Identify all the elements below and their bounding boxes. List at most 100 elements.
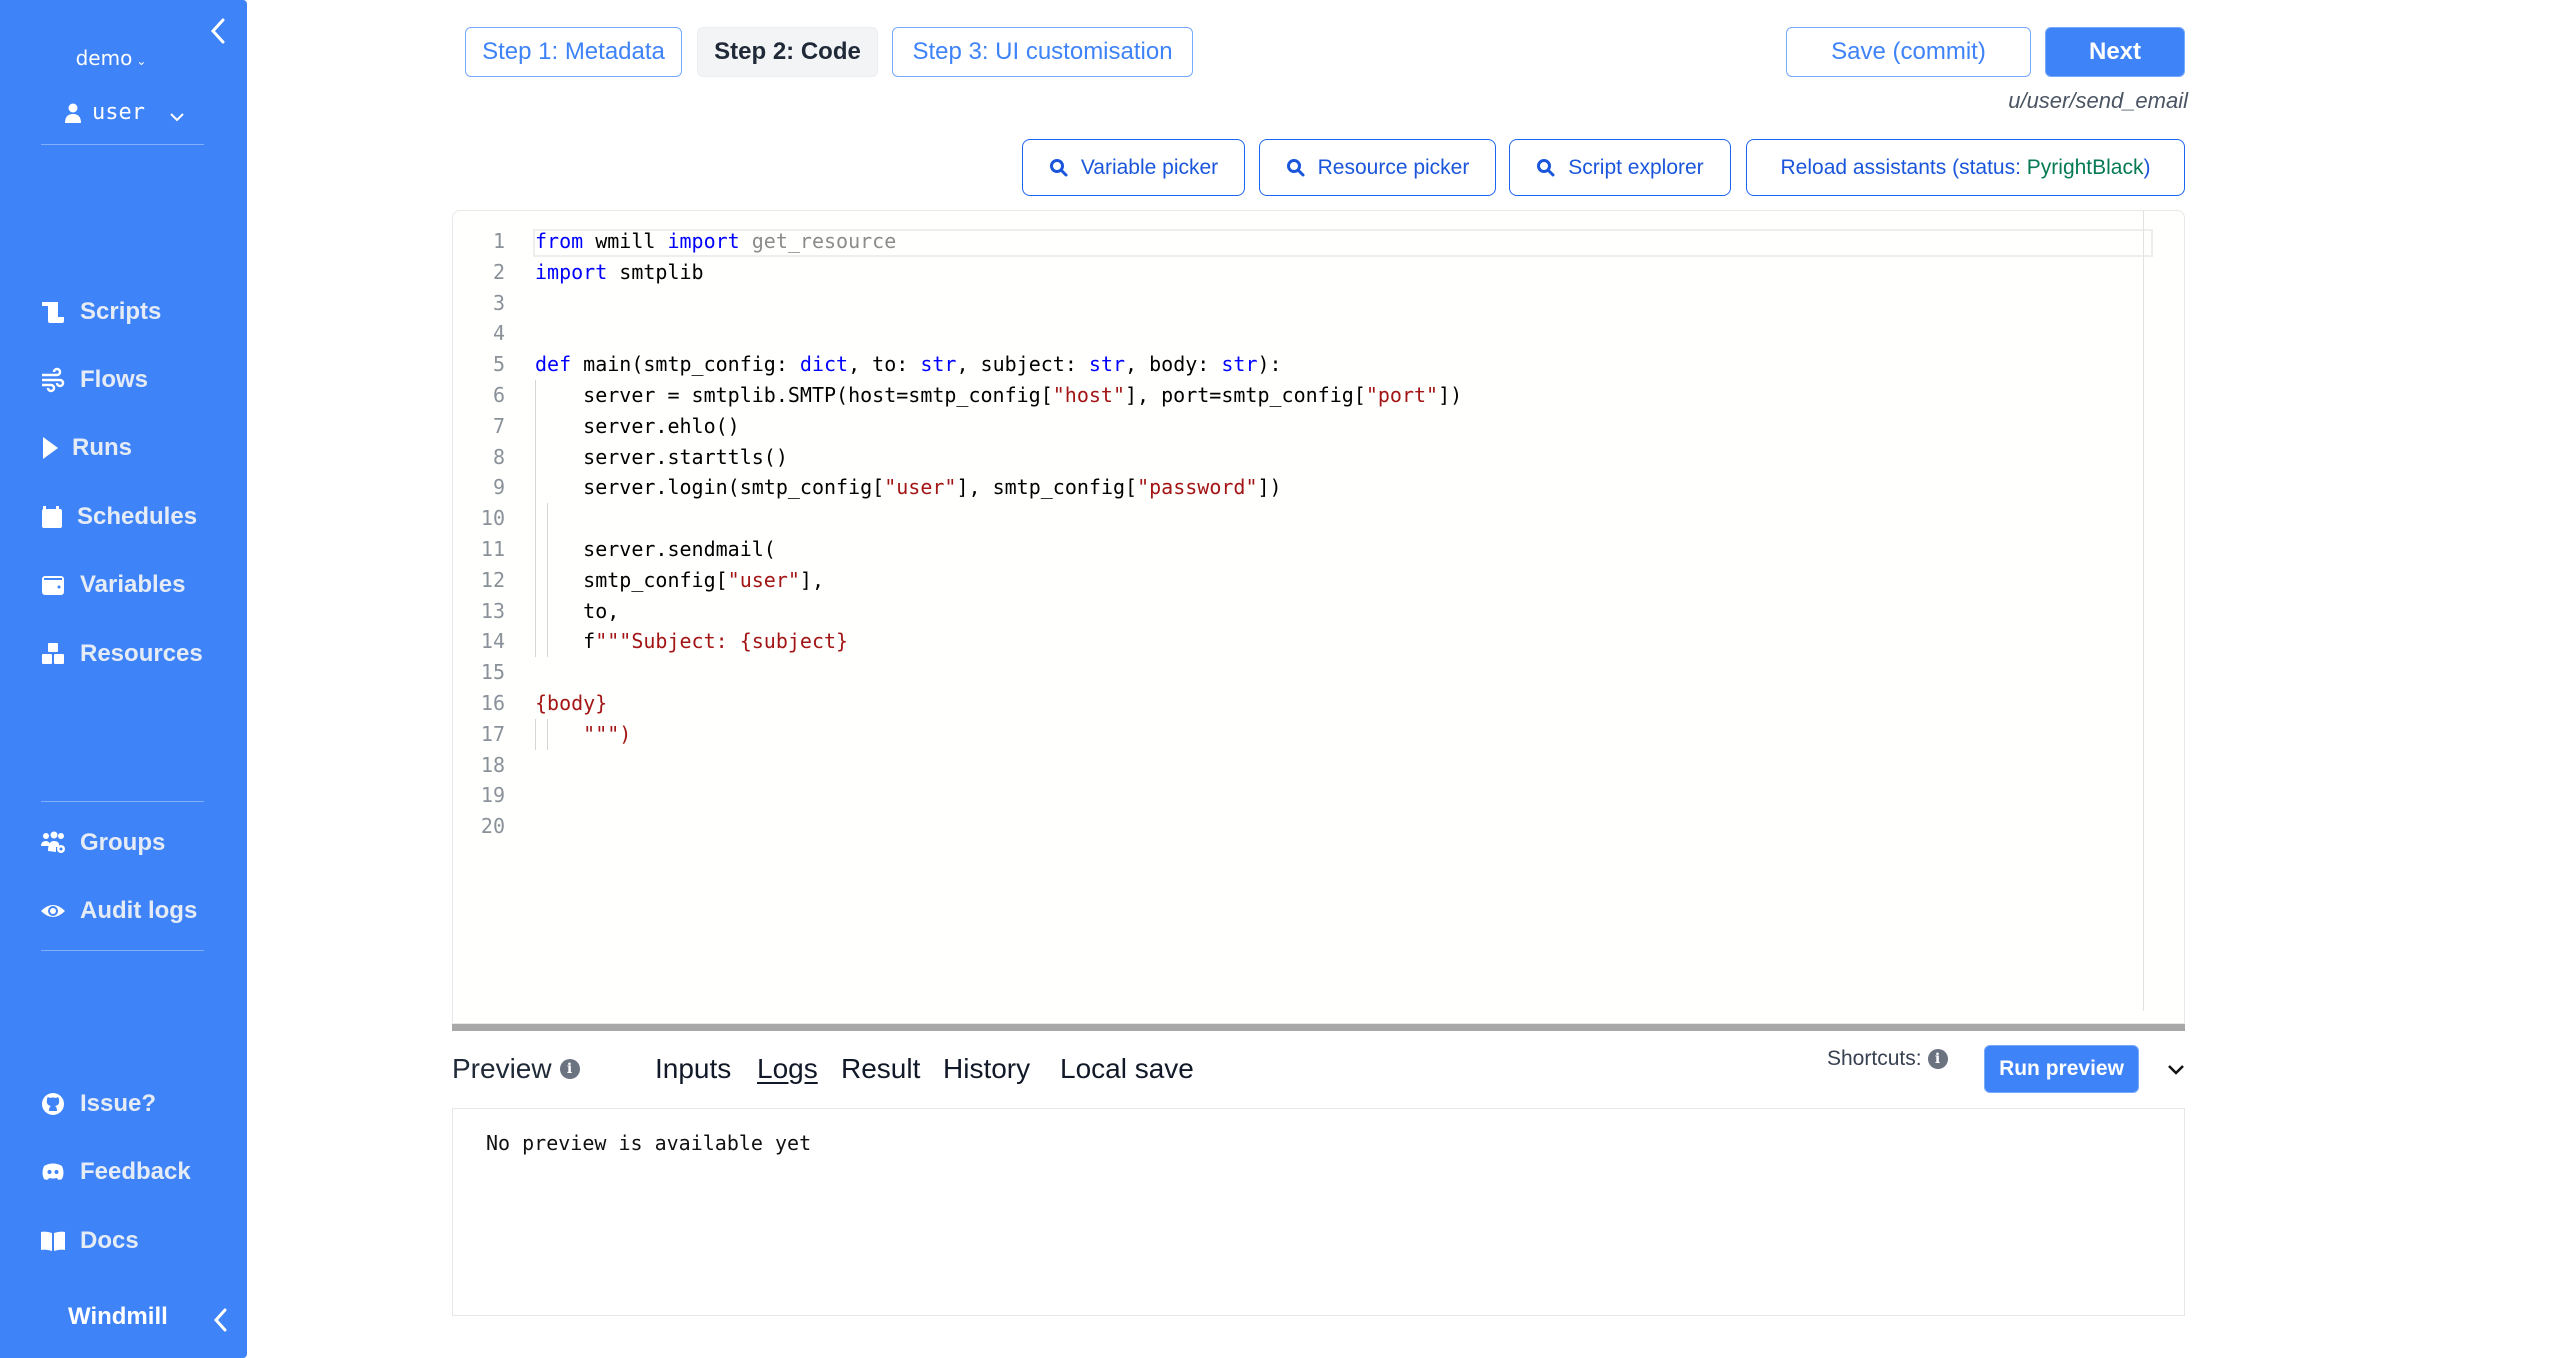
script-explorer-button[interactable]: Script explorer — [1509, 139, 1731, 196]
indent-guide — [547, 718, 548, 750]
sidebar-item-docs[interactable]: Docs — [40, 1227, 139, 1255]
info-icon[interactable]: i — [559, 1059, 580, 1079]
sidebar-item-label: Groups — [80, 829, 166, 856]
search-icon — [1049, 158, 1068, 176]
sidebar-item-label: Docs — [80, 1227, 139, 1254]
sidebar-item-issue[interactable]: Issue? — [40, 1090, 156, 1118]
wallet-icon — [42, 576, 64, 595]
sidebar: demo ⌄ user Scripts Flows Runs Schedules … — [0, 0, 247, 1358]
next-button[interactable]: Next — [2045, 27, 2185, 77]
sidebar-item-label: Variables — [80, 571, 186, 598]
shortcuts-info: Shortcuts: i — [1827, 1047, 1948, 1071]
code-text: server.starttls() — [535, 444, 788, 469]
sidebar-item-feedback[interactable]: Feedback — [40, 1158, 191, 1186]
collapse-sidebar-icon[interactable] — [206, 16, 230, 46]
code-line[interactable]: 11 server.sendmail( — [453, 534, 2133, 565]
code-line[interactable]: 3 — [453, 288, 2133, 319]
indent-guide — [535, 718, 536, 750]
discord-icon — [42, 1163, 64, 1180]
line-number: 12 — [480, 567, 505, 592]
sidebar-item-variables[interactable]: Variables — [40, 571, 185, 599]
code-line[interactable]: 5 def main(smtp_config: dict, to: str, su… — [453, 349, 2133, 380]
sidebar-item-resources[interactable]: Resources — [40, 640, 203, 668]
code-line[interactable]: 19 — [453, 780, 2133, 811]
sidebar-divider — [41, 950, 204, 951]
line-number: 9 — [492, 475, 505, 500]
code-line[interactable]: 12 smtp_config["user"], — [453, 565, 2133, 596]
reload-assistants-button[interactable]: Reload assistants (status: PyrightBlack) — [1746, 139, 2185, 196]
eye-icon — [41, 905, 65, 917]
code-editor[interactable]: 1 from wmill import get_resource 2 import s… — [452, 210, 2185, 1024]
tab-step-3-ui-customisation[interactable]: Step 3: UI customisation — [892, 27, 1193, 77]
code-line[interactable]: 13 to, — [453, 596, 2133, 627]
line-number: 2 — [492, 259, 505, 284]
indent-guide — [535, 380, 536, 658]
tab-inputs[interactable]: Inputs — [655, 1053, 731, 1085]
code-line[interactable]: 1 from wmill import get_resource — [453, 226, 2133, 257]
tab-step-2-code[interactable]: Step 2: Code — [697, 27, 878, 77]
code-line[interactable]: 8 server.starttls() — [453, 442, 2133, 473]
line-number: 13 — [480, 598, 505, 623]
code-line[interactable]: 20 — [453, 811, 2133, 842]
users-cog-icon — [41, 831, 65, 853]
code-line[interactable]: 7 server.ehlo() — [453, 411, 2133, 442]
sidebar-item-label: Resources — [80, 640, 203, 667]
tab-local-save[interactable]: Local save — [1060, 1053, 1194, 1085]
shortcuts-label: Shortcuts: — [1827, 1047, 1922, 1070]
sidebar-item-groups[interactable]: Groups — [40, 829, 165, 857]
workspace-name: demo — [75, 46, 133, 70]
code-line[interactable]: 15 — [453, 657, 2133, 688]
tab-result[interactable]: Result — [841, 1053, 920, 1085]
line-number: 10 — [480, 506, 505, 531]
sidebar-item-flows[interactable]: Flows — [40, 366, 148, 394]
tab-step-1-metadata[interactable]: Step 1: Metadata — [465, 27, 682, 77]
code-line[interactable]: 6 server = smtplib.SMTP(host=smtp_config… — [453, 380, 2133, 411]
sidebar-item-label: Scripts — [80, 298, 162, 325]
line-number: 20 — [480, 814, 505, 839]
editor-preview-split-handle[interactable] — [452, 1024, 2185, 1031]
sidebar-item-label: Runs — [72, 434, 132, 461]
sidebar-item-audit-logs[interactable]: Audit logs — [40, 897, 197, 925]
resource-picker-button[interactable]: Resource picker — [1259, 139, 1496, 196]
code-text: smtp_config["user"], — [535, 567, 824, 592]
line-number: 4 — [492, 321, 505, 346]
scroll-icon — [42, 302, 64, 323]
sidebar-item-schedules[interactable]: Schedules — [40, 503, 197, 531]
code-line[interactable]: 17 """) — [453, 719, 2133, 750]
line-number: 5 — [492, 352, 505, 377]
wind-icon — [42, 367, 65, 393]
sidebar-item-label: Issue? — [80, 1090, 157, 1117]
code-line[interactable]: 18 — [453, 750, 2133, 781]
assistant-status: PyrightBlack — [2026, 155, 2144, 179]
chevron-down-icon: ⌄ — [136, 54, 147, 68]
run-preview-button[interactable]: Run preview — [1984, 1045, 2139, 1093]
code-line[interactable]: 9 server.login(smtp_config["user"], smtp… — [453, 472, 2133, 503]
info-icon[interactable]: i — [1927, 1049, 1948, 1069]
sidebar-item-scripts[interactable]: Scripts — [40, 298, 161, 326]
play-icon — [43, 437, 58, 459]
tab-logs[interactable]: Logs — [757, 1053, 818, 1085]
save-commit-button[interactable]: Save (commit) — [1786, 27, 2031, 77]
code-line[interactable]: 2 import smtplib — [453, 257, 2133, 288]
code-line[interactable]: 4 — [453, 318, 2133, 349]
button-label: Reload assistants (status: — [1780, 155, 2027, 179]
line-number: 6 — [492, 383, 505, 407]
user-icon — [65, 103, 81, 123]
sidebar-item-label: Flows — [80, 366, 149, 393]
line-number: 7 — [492, 413, 505, 438]
collapse-sidebar-icon[interactable] — [210, 1305, 230, 1335]
code-line[interactable]: 10 — [453, 503, 2133, 534]
preview-output-panel: No preview is available yet — [452, 1108, 2185, 1316]
variable-picker-button[interactable]: Variable picker — [1022, 139, 1245, 196]
preview-title-text: Preview — [452, 1053, 552, 1084]
chevron-down-icon[interactable] — [2164, 1058, 2188, 1082]
sidebar-item-runs[interactable]: Runs — [40, 434, 132, 462]
code-text: import smtplib — [535, 259, 704, 284]
tab-history[interactable]: History — [943, 1053, 1030, 1085]
line-number: 8 — [492, 444, 505, 469]
editor-scrollbar[interactable] — [2143, 211, 2144, 1011]
user-menu[interactable]: user — [64, 100, 185, 125]
code-line[interactable]: 14 f"""Subject: {subject} — [453, 626, 2133, 657]
workspace-switcher[interactable]: demo ⌄ — [0, 46, 222, 70]
code-line[interactable]: 16 {body} — [453, 688, 2133, 719]
